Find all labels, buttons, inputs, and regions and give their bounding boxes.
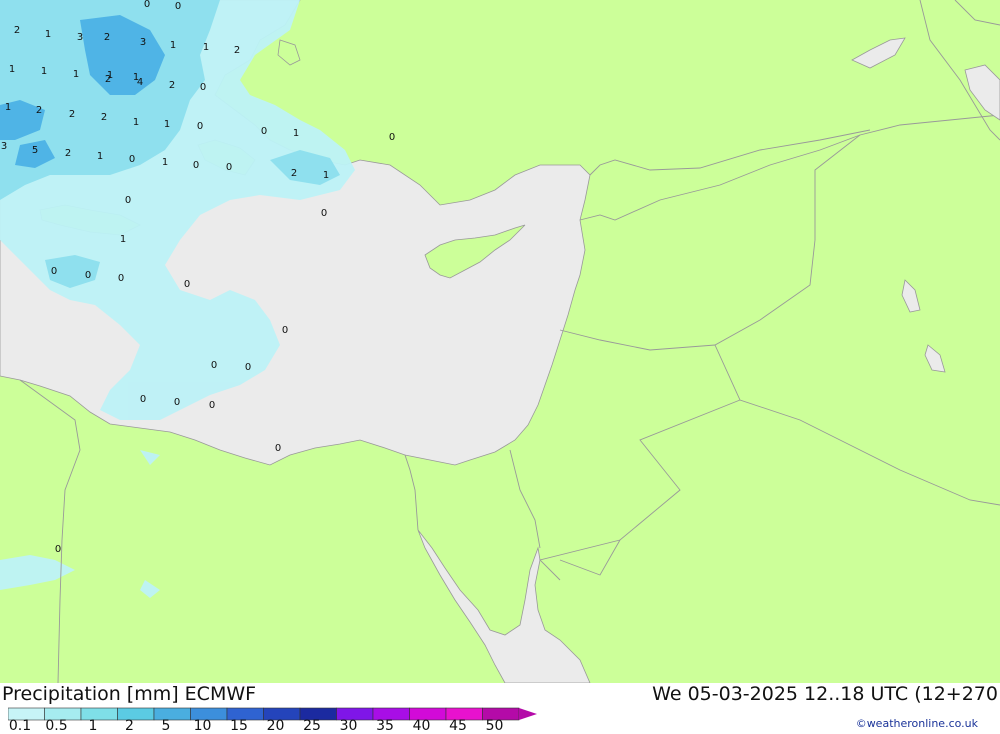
map-value-label: 0 — [261, 126, 267, 137]
legend-tick: 20 — [266, 718, 285, 734]
map-value-label: 1 — [293, 128, 299, 139]
map-value-label: 0 — [197, 121, 203, 132]
map-value-label: 1 — [203, 42, 209, 53]
map-value-label: 1 — [9, 64, 15, 75]
map-value-label: 1 — [120, 234, 126, 245]
legend-tick: 10 — [193, 718, 212, 734]
forecast-datetime: We 05-03-2025 12..18 UTC (12+270 — [652, 683, 998, 705]
map-value-label: 1 — [162, 157, 168, 168]
precipitation-map: 2 10 0213 3211 1 1 1 12 4 2 01 2 2 2 1 1 0 0 1 03 5 2 1 0 1 0 02 10… — [0, 0, 1000, 683]
map-value-label: 0 — [144, 0, 150, 10]
map-value-label: 0 — [282, 325, 288, 336]
map-title: Precipitation [mm] ECMWF — [2, 683, 257, 705]
map-value-label: 2 — [65, 148, 71, 159]
map-value-label: 0 — [226, 162, 232, 173]
map-value-label: 2 — [234, 45, 240, 56]
map-value-label: 3 — [77, 32, 83, 43]
legend-arrow — [519, 708, 537, 720]
legend-tick: 35 — [376, 718, 394, 734]
map-value-label: 2 — [14, 25, 20, 36]
legend-tick: 2 — [125, 718, 134, 734]
map-value-label: 0 — [275, 443, 281, 454]
legend-swatch — [117, 707, 155, 721]
map-value-label: 0 — [389, 132, 395, 143]
map-value-label: 0 — [200, 82, 206, 93]
map-value-label: 0 — [118, 273, 124, 284]
map-value-label: 0 — [55, 544, 61, 555]
map-value-label: 5 — [32, 145, 38, 156]
map-value-label: 2 — [105, 74, 111, 85]
legend-tick: 1 — [88, 718, 98, 734]
legend-tick: 40 — [412, 718, 431, 734]
map-value-label: 1 — [41, 66, 47, 77]
map-value-label: 3 — [1, 141, 7, 152]
legend-swatch — [153, 707, 191, 721]
map-value-label: 2 — [69, 109, 75, 120]
map-value-label: 2 — [36, 105, 42, 116]
map-value-label: 1 — [170, 40, 176, 51]
map-value-label: 0 — [245, 362, 251, 373]
map-value-label: 0 — [209, 400, 215, 411]
map-value-label: 0 — [184, 279, 190, 290]
map-value-label: 2 — [104, 32, 110, 43]
legend-tick: 50 — [485, 718, 504, 734]
map-footer: Precipitation [mm] ECMWF We 05-03-2025 1… — [0, 683, 1000, 734]
legend-tick: 5 — [161, 718, 171, 734]
map-value-label: 0 — [175, 1, 181, 12]
map-value-label: 4 — [137, 77, 143, 88]
legend-tick: 30 — [339, 718, 358, 734]
legend-swatch — [80, 707, 118, 721]
map-value-label: 1 — [164, 119, 170, 130]
map-value-label: 1 — [45, 29, 51, 40]
map-value-label: 0 — [51, 266, 57, 277]
map-value-label: 0 — [85, 270, 91, 281]
map-value-label: 0 — [321, 208, 327, 219]
map-value-label: 0 — [193, 160, 199, 171]
map-value-label: 2 — [291, 168, 297, 179]
map-value-label: 1 — [97, 151, 103, 162]
map-value-label: 1 — [5, 102, 11, 113]
legend-tick: 15 — [230, 718, 248, 734]
legend-tick: 45 — [449, 718, 467, 734]
map-value-label: 0 — [211, 360, 217, 371]
legend-tick: 0.1 — [8, 718, 32, 734]
legend-tick: 25 — [303, 718, 321, 734]
map-value-label: 0 — [174, 397, 180, 408]
map-value-label: 0 — [140, 394, 146, 405]
map-value-label: 1 — [133, 117, 139, 128]
map-value-label: 0 — [125, 195, 131, 206]
map-value-label: 0 — [129, 154, 135, 165]
source-credit: ©weatheronline.co.uk — [855, 717, 978, 730]
map-value-label: 2 — [169, 80, 175, 91]
map-value-label: 2 — [101, 112, 107, 123]
map-value-label: 3 — [140, 37, 146, 48]
map-value-label: 1 — [323, 170, 329, 181]
legend-tick: 0.5 — [45, 718, 68, 734]
map-value-label: 1 — [73, 69, 79, 80]
